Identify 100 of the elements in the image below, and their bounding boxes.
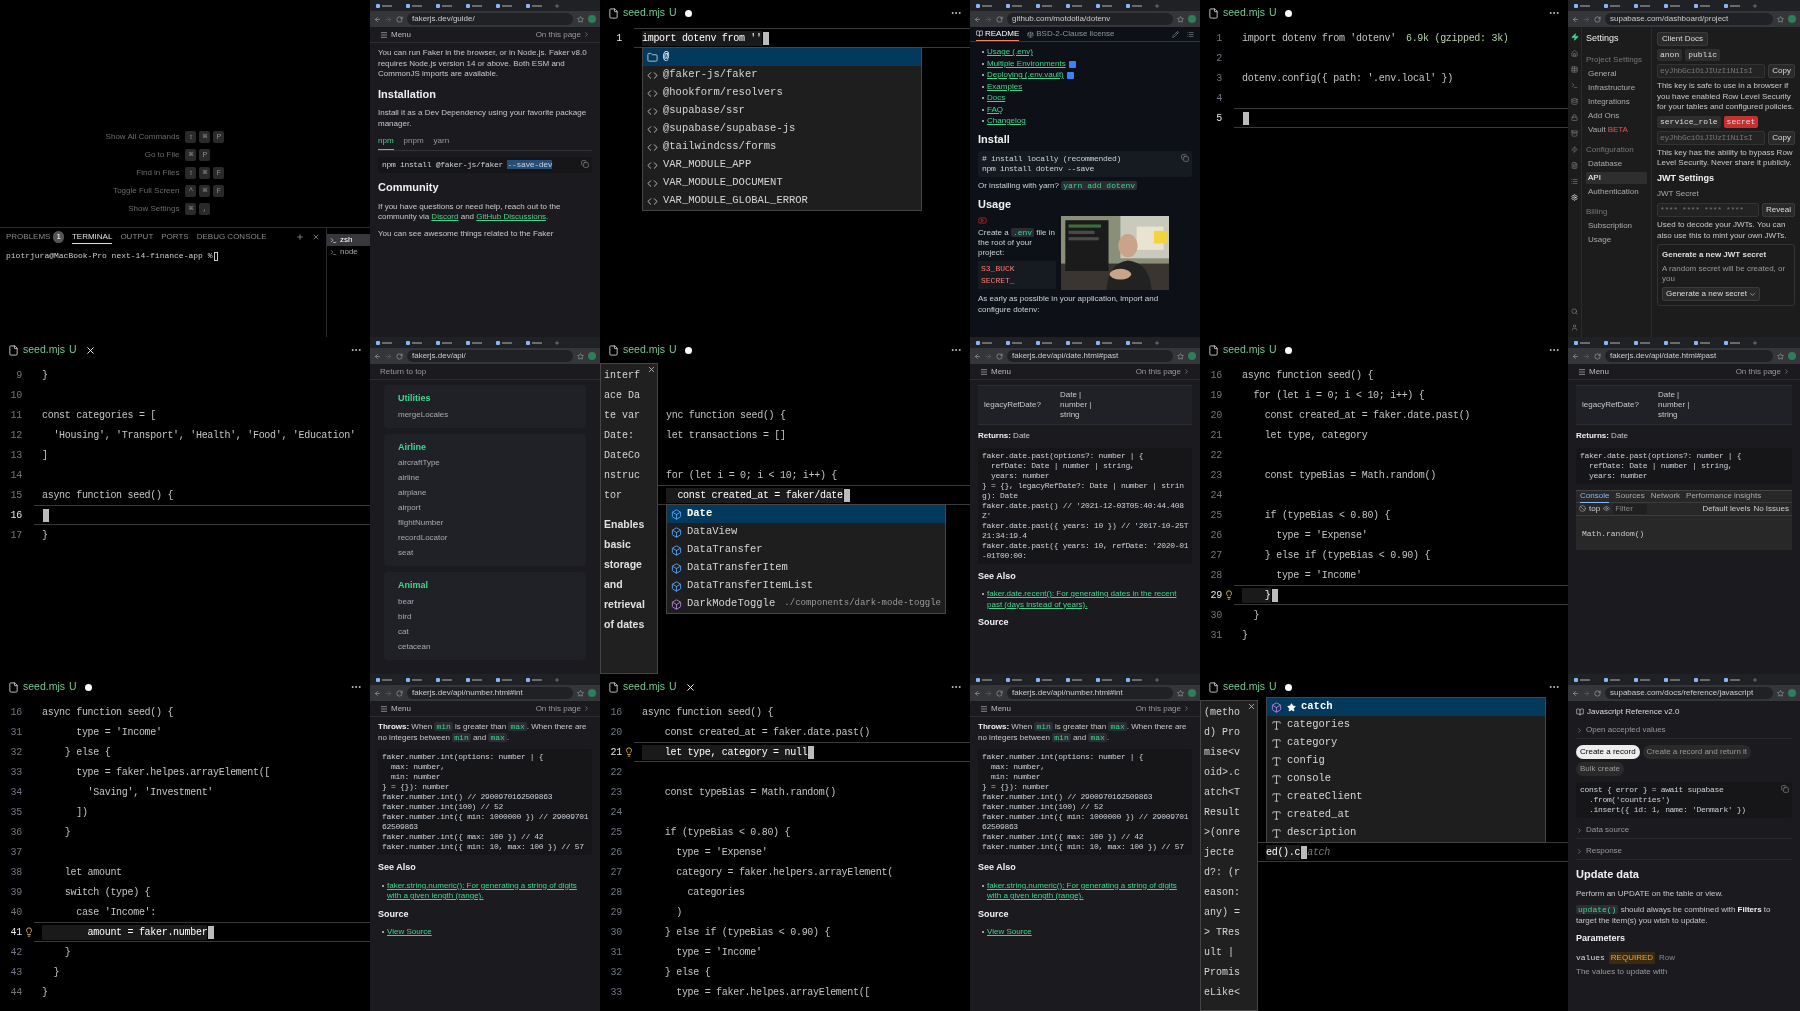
close-icon[interactable] [647, 365, 656, 374]
link[interactable]: faker.date.recent(): For generating dates in the recent past (days instead of years). [987, 589, 1192, 610]
new-tab-icon[interactable] [1154, 2, 1160, 9]
menu-button[interactable]: Menu [980, 365, 1011, 378]
copy-icon[interactable] [1181, 154, 1189, 162]
suggestion-item[interactable]: VAR_MODULE_APP [643, 156, 921, 174]
back-icon[interactable] [374, 352, 381, 360]
disclosure-row[interactable]: Data source [1576, 824, 1792, 839]
menu-button[interactable]: Menu [980, 702, 1011, 715]
address-bar[interactable]: fakerjs.dev/api/ [407, 350, 573, 362]
suggestion-item[interactable]: catch [1267, 698, 1545, 716]
address-bar[interactable]: fakerjs.dev/api/number.html#int [1007, 687, 1173, 699]
table-icon[interactable] [1571, 66, 1578, 73]
address-bar[interactable]: supabase.com/dashboard/project [1605, 13, 1773, 25]
back-icon[interactable] [1572, 689, 1579, 697]
address-bar[interactable]: fakerjs.dev/guide/ [407, 13, 573, 25]
bookmark-icon[interactable] [1177, 15, 1184, 23]
terminal-session[interactable]: node [327, 246, 370, 258]
address-bar[interactable]: fakerjs.dev/api/date.html#past [1605, 350, 1773, 362]
back-icon[interactable] [1572, 352, 1579, 360]
back-icon[interactable] [374, 689, 381, 697]
method-link[interactable]: mergeLocales [398, 408, 572, 421]
list-icon[interactable] [1571, 178, 1578, 185]
file-tab[interactable]: seed.mjs U [1208, 5, 1292, 21]
address-bar[interactable]: fakerjs.dev/api/number.html#int [407, 687, 573, 699]
return-to-top-link[interactable]: Return to top [380, 365, 427, 378]
reload-icon[interactable] [996, 15, 1003, 23]
docs-button[interactable]: Client Docs [1657, 32, 1708, 46]
package-tab[interactable]: pnpm [403, 135, 424, 150]
sidebar-item[interactable]: Integrations [1586, 95, 1647, 108]
sidebar-item[interactable]: Usage [1586, 233, 1647, 246]
sidebar-item[interactable]: Authentication [1586, 185, 1647, 198]
suggestion-item[interactable]: DarkModeToggle ./components/dark-mode-toggle [667, 595, 945, 613]
menu-button[interactable]: Menu [380, 702, 411, 715]
new-tab-icon[interactable] [1752, 339, 1758, 346]
reload-icon[interactable] [396, 689, 403, 697]
on-this-page-button[interactable]: On this page [535, 28, 590, 41]
link[interactable]: View Source [987, 927, 1032, 938]
suggestion-item[interactable]: description [1267, 824, 1545, 842]
devtools-tab[interactable]: Console [1580, 489, 1610, 503]
copy-button[interactable]: Reveal [1762, 203, 1795, 217]
file-tab[interactable]: seed.mjs U [1208, 679, 1292, 695]
key-field[interactable]: **** **** **** **** [1657, 203, 1760, 217]
bookmark-icon[interactable] [1777, 352, 1784, 360]
link[interactable]: faker.string.numeric(): For generating a string of digits with a given length (range). [987, 880, 1192, 902]
archive-icon[interactable] [1571, 130, 1578, 137]
close-icon[interactable] [684, 681, 696, 693]
link[interactable]: Multiple Environments [987, 58, 1066, 69]
lightbulb-icon[interactable] [624, 747, 634, 757]
devtools-tab[interactable]: Performance insights [1686, 490, 1762, 502]
method-link[interactable]: seat [398, 547, 572, 559]
link[interactable]: Discord [431, 212, 459, 221]
file-tab[interactable]: seed.mjs U [608, 342, 692, 358]
new-tab-icon[interactable] [1752, 676, 1758, 683]
new-tab-icon[interactable] [1154, 339, 1160, 346]
method-link[interactable]: bear [398, 595, 572, 608]
suggestion-item[interactable]: DataTransferItemList [667, 577, 945, 595]
link[interactable]: Changelog [987, 116, 1026, 127]
method-link[interactable]: cat [398, 625, 572, 638]
example-tab[interactable]: Create a record [1576, 745, 1640, 759]
sidebar-item[interactable]: API [1586, 171, 1647, 184]
file-tab[interactable]: seed.mjs U [8, 342, 96, 358]
link[interactable]: Examples [987, 81, 1023, 92]
link[interactable]: FAQ [987, 104, 1003, 115]
address-bar[interactable]: supabase.com/docs/reference/javascript [1605, 687, 1773, 699]
example-tab[interactable]: Create a record and return it [1642, 745, 1752, 759]
method-link[interactable]: airplane [398, 487, 572, 499]
bookmark-icon[interactable] [1777, 689, 1784, 697]
suggestion-item[interactable]: @supabase/ssr [643, 102, 921, 120]
bolt-icon[interactable] [1571, 146, 1578, 153]
terminal-session[interactable]: zsh [327, 234, 370, 246]
menu-button[interactable]: Menu [380, 28, 411, 41]
outline-icon[interactable] [1187, 30, 1194, 38]
sidebar-item[interactable]: Vault BETA [1586, 123, 1647, 136]
on-this-page-button[interactable]: On this page [535, 702, 590, 715]
key-field[interactable]: eyJhbGciOiJIUzI1NiIsI [1657, 130, 1766, 145]
panel-tab[interactable]: DEBUG CONSOLE [196, 231, 267, 243]
menu-button[interactable]: Menu [1578, 365, 1609, 378]
method-link[interactable]: cetacean [398, 640, 572, 653]
new-tab-icon[interactable] [554, 2, 560, 9]
panel-tab[interactable]: OUTPUT [120, 231, 154, 243]
suggestion-item[interactable]: @tailwindcss/forms [643, 138, 921, 156]
on-this-page-button[interactable]: On this page [1135, 365, 1190, 378]
sidebar-item[interactable]: Subscription [1586, 219, 1647, 232]
example-tab[interactable]: Bulk create [1576, 762, 1625, 776]
key-field[interactable]: eyJhbGciOiJIUzI1NiIsI [1657, 64, 1766, 78]
new-tab-icon[interactable] [554, 339, 560, 346]
suggestion-item[interactable]: DataView [667, 523, 945, 541]
lightbulb-icon[interactable] [1224, 590, 1234, 600]
close-icon[interactable] [84, 344, 96, 356]
suggestion-item[interactable]: DataTransfer [667, 541, 945, 559]
context-select[interactable]: top [1589, 502, 1601, 515]
reload-icon[interactable] [396, 15, 403, 23]
settings-icon[interactable] [1571, 194, 1578, 201]
link[interactable]: View Source [387, 927, 432, 938]
suggestion-item[interactable]: categories [1267, 716, 1545, 734]
package-tab[interactable]: yarn [433, 135, 450, 150]
file-tab[interactable]: seed.mjs U [1208, 342, 1292, 358]
file-tab[interactable]: seed.mjs U [608, 5, 692, 21]
disclosure-row[interactable]: Open accepted values [1576, 724, 1792, 739]
